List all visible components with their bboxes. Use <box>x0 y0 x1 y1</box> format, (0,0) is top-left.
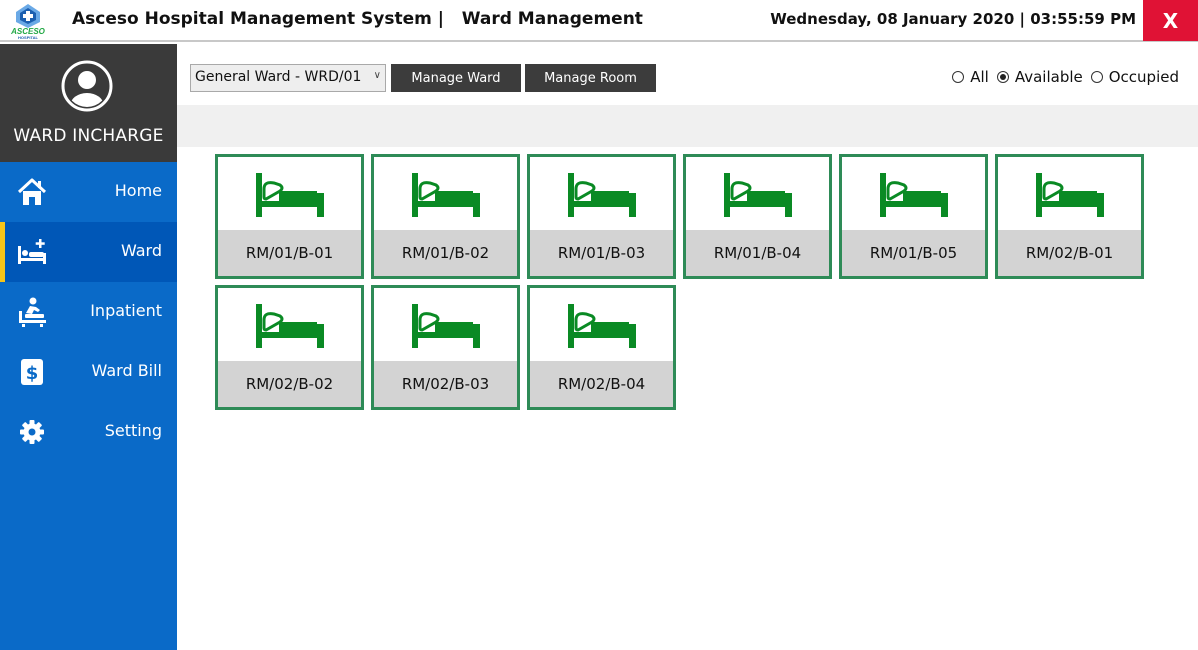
user-role: WARD INCHARGE <box>13 126 164 146</box>
bed-card[interactable]: RM/01/B-01 <box>215 154 364 279</box>
sidebar-item-inpatient[interactable]: Inpatient <box>0 282 177 342</box>
radio-dot <box>1090 71 1103 83</box>
bed-label: RM/02/B-02 <box>218 361 361 407</box>
bed-card[interactable]: RM/01/B-04 <box>683 154 832 279</box>
ward-select-value: General Ward - WRD/01 <box>195 69 362 85</box>
bed-card[interactable]: RM/01/B-02 <box>371 154 520 279</box>
app-title: Asceso Hospital Management System | Ward… <box>72 9 643 29</box>
bed-card[interactable]: RM/01/B-03 <box>527 154 676 279</box>
bed-label: RM/01/B-02 <box>374 230 517 276</box>
sidebar-item-ward-bill[interactable]: $ Ward Bill <box>0 342 177 402</box>
bed-label: RM/02/B-03 <box>374 361 517 407</box>
user-profile: WARD INCHARGE <box>0 44 177 162</box>
active-indicator <box>0 222 5 282</box>
bed-icon <box>410 302 482 350</box>
chevron-down-icon: ∨ <box>373 70 381 81</box>
sidebar-item-label: Ward Bill <box>91 361 162 380</box>
radio-label: All <box>970 68 989 86</box>
sidebar-item-setting[interactable]: Setting <box>0 402 177 462</box>
filter-available-radio[interactable]: Available <box>996 68 1083 86</box>
bed-icon <box>410 171 482 219</box>
manage-ward-button[interactable]: Manage Ward <box>391 64 521 92</box>
bed-icon <box>878 171 950 219</box>
sidebar-item-label: Home <box>114 181 162 200</box>
bed-icon <box>722 171 794 219</box>
bed-card[interactable]: RM/02/B-03 <box>371 285 520 410</box>
bed-plus-icon <box>18 239 46 264</box>
sidebar-item-ward[interactable]: Ward <box>0 222 177 282</box>
filter-all-radio[interactable]: All <box>952 68 989 86</box>
radio-dot <box>996 71 1009 83</box>
datetime-display: Wednesday, 08 January 2020 | 03:55:59 PM <box>770 10 1136 28</box>
ward-select[interactable]: General Ward - WRD/01 ∨ <box>190 64 386 92</box>
bed-icon <box>566 302 638 350</box>
sidebar-item-label: Setting <box>104 421 162 440</box>
patient-bed-icon <box>19 297 46 327</box>
bed-card[interactable]: RM/02/B-01 <box>995 154 1144 279</box>
title-bar: ASCESO HOSPITAL Asceso Hospital Manageme… <box>0 0 1198 42</box>
bed-label: RM/01/B-03 <box>530 230 673 276</box>
manage-room-button[interactable]: Manage Room <box>525 64 656 92</box>
dollar-bill-icon: $ <box>21 359 43 385</box>
bed-label: RM/02/B-01 <box>998 230 1141 276</box>
radio-label: Available <box>1014 68 1083 86</box>
radio-dot <box>952 71 965 83</box>
logo-subtext: HOSPITAL <box>18 35 38 40</box>
sidebar: WARD INCHARGE Home Ward Inpatient $ Ward… <box>0 44 177 650</box>
bed-icon <box>254 171 326 219</box>
gear-icon <box>20 420 44 444</box>
user-avatar-icon <box>61 60 113 112</box>
sidebar-item-label: Inpatient <box>90 301 162 320</box>
close-button[interactable]: X <box>1143 0 1198 41</box>
bed-filter-group: All Available Occupied <box>952 68 1179 86</box>
bed-label: RM/01/B-05 <box>842 230 985 276</box>
sidebar-item-home[interactable]: Home <box>0 162 177 222</box>
svg-text:$: $ <box>26 363 39 384</box>
bed-icon <box>1034 171 1106 219</box>
bed-card[interactable]: RM/02/B-04 <box>527 285 676 410</box>
bed-label: RM/01/B-01 <box>218 230 361 276</box>
asceso-logo: ASCESO HOSPITAL <box>10 4 46 40</box>
sidebar-item-label: Ward <box>120 241 162 260</box>
bed-label: RM/01/B-04 <box>686 230 829 276</box>
bed-card[interactable]: RM/01/B-05 <box>839 154 988 279</box>
bed-icon <box>254 302 326 350</box>
home-icon <box>17 178 47 205</box>
bed-icon <box>566 171 638 219</box>
bed-label: RM/02/B-04 <box>530 361 673 407</box>
radio-label: Occupied <box>1108 68 1179 86</box>
bed-card[interactable]: RM/02/B-02 <box>215 285 364 410</box>
filter-occupied-radio[interactable]: Occupied <box>1090 68 1179 86</box>
header-strip <box>177 105 1198 147</box>
